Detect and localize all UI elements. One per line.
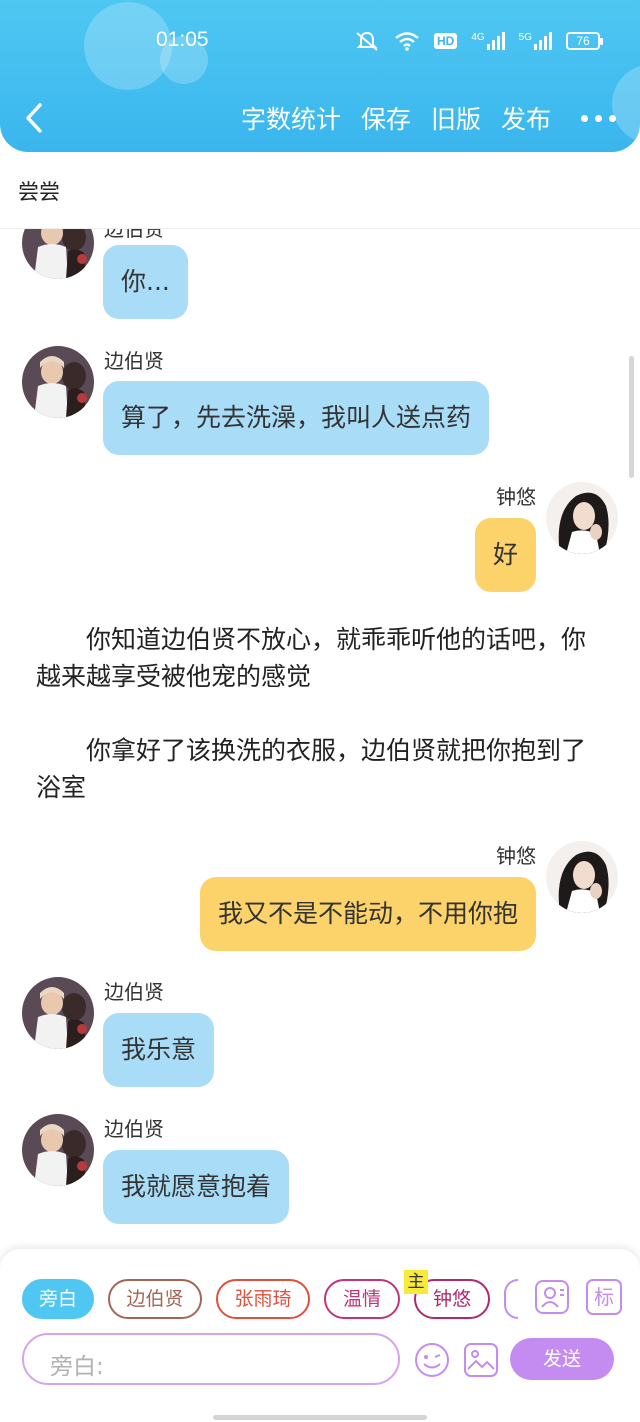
avatar-bian-boxian[interactable] [22, 1114, 94, 1186]
emoji-icon[interactable] [413, 1341, 451, 1379]
narration-paragraph[interactable]: 你拿好了该换洗的衣服，边伯贤就把你抱到了浴室 [36, 732, 606, 806]
avatar-zhong-you[interactable] [546, 482, 618, 554]
avatar-bian-boxian[interactable] [22, 346, 94, 418]
decor-bubble [612, 64, 640, 144]
signal-4g-label: 4G [471, 32, 485, 43]
hd-icon: HD [433, 33, 458, 49]
header-toolbar: 字数统计 保存 旧版 发布 [221, 100, 616, 136]
battery-icon: 76 [566, 32, 603, 50]
avatar-zhong-you[interactable] [546, 841, 618, 913]
sender-name: 钟悠 [496, 485, 536, 509]
message-bubble[interactable]: 我就愿意抱着 [103, 1150, 290, 1224]
image-icon[interactable] [462, 1341, 500, 1379]
main-character-badge: 主 [404, 1270, 428, 1294]
input-placeholder: 旁白: [50, 1354, 104, 1380]
status-time: 01:05 [156, 28, 209, 51]
sender-name: 钟悠 [496, 844, 536, 868]
message-bubble[interactable]: 算了，先去洗澡，我叫人送点药 [103, 381, 490, 455]
role-chip-zhang-yuqi[interactable]: 张雨琦 [216, 1279, 310, 1319]
message-bubble[interactable]: 我又不是不能动，不用你抱 [199, 877, 536, 951]
message-bubble[interactable]: 你... [103, 245, 188, 319]
word-count-button[interactable]: 字数统计 [241, 100, 341, 136]
sender-name: 边伯贤 [104, 229, 164, 241]
mute-bell-icon [356, 31, 378, 51]
avatar-photo-icon [22, 977, 94, 1049]
avatar-bian-boxian[interactable] [22, 229, 94, 279]
message-bubble[interactable]: 好 [474, 518, 536, 592]
tag-button[interactable]: 标 [586, 1279, 622, 1315]
status-icons: HD 4G 5G 76 [354, 30, 603, 52]
old-version-button[interactable]: 旧版 [431, 100, 481, 136]
avatar-bian-boxian[interactable] [22, 977, 94, 1049]
role-chip-overflow[interactable] [504, 1279, 518, 1319]
avatar-photo-icon [546, 841, 618, 913]
sender-name: 边伯贤 [104, 980, 164, 1004]
message-bubble[interactable]: 我乐意 [103, 1013, 215, 1087]
role-chip-narration[interactable]: 旁白 [22, 1279, 94, 1319]
more-icon[interactable] [581, 114, 616, 122]
app-header: 01:05 HD 4G 5G 76 字数统计 保存 旧版 发布 [0, 0, 640, 152]
home-indicator[interactable] [213, 1415, 427, 1420]
save-button[interactable]: 保存 [361, 100, 411, 136]
sender-name: 边伯贤 [104, 1117, 164, 1141]
role-chip-bian-boxian[interactable]: 边伯贤 [108, 1279, 202, 1319]
publish-button[interactable]: 发布 [501, 100, 551, 136]
avatar-photo-icon [22, 346, 94, 418]
scrollbar[interactable] [629, 356, 634, 478]
narration-paragraph[interactable]: 你知道边伯贤不放心，就乖乖听他的话吧，你越来越享受被他宠的感觉 [36, 621, 606, 695]
signal-5g-icon: 5G [519, 32, 552, 50]
document-title[interactable]: 尝尝 [18, 176, 60, 206]
signal-5g-label: 5G [518, 32, 532, 43]
send-button[interactable]: 发送 [510, 1338, 614, 1380]
avatar-photo-icon [546, 482, 618, 554]
signal-4g-icon: 4G [471, 32, 505, 50]
wifi-icon [395, 32, 419, 51]
back-arrow-icon[interactable] [20, 100, 50, 136]
composer-panel: 旁白 边伯贤 张雨琦 温情 钟悠 主 标 旁白: 发送 [0, 1249, 640, 1389]
sender-name: 边伯贤 [104, 349, 164, 373]
role-chip-wen-qing[interactable]: 温情 [324, 1279, 400, 1319]
avatar-photo-icon [22, 229, 94, 279]
screen: 01:05 HD 4G 5G 76 字数统计 保存 旧版 发布 尝尝 边伯贤 你… [0, 0, 640, 1422]
message-input[interactable]: 旁白: [22, 1333, 400, 1385]
chat-area[interactable]: 边伯贤 你... 边伯贤 算了，先去洗澡，我叫人送点药 钟悠 好 你知道边伯贤不… [0, 229, 640, 1249]
avatar-photo-icon [22, 1114, 94, 1186]
character-manage-icon[interactable] [534, 1279, 570, 1315]
